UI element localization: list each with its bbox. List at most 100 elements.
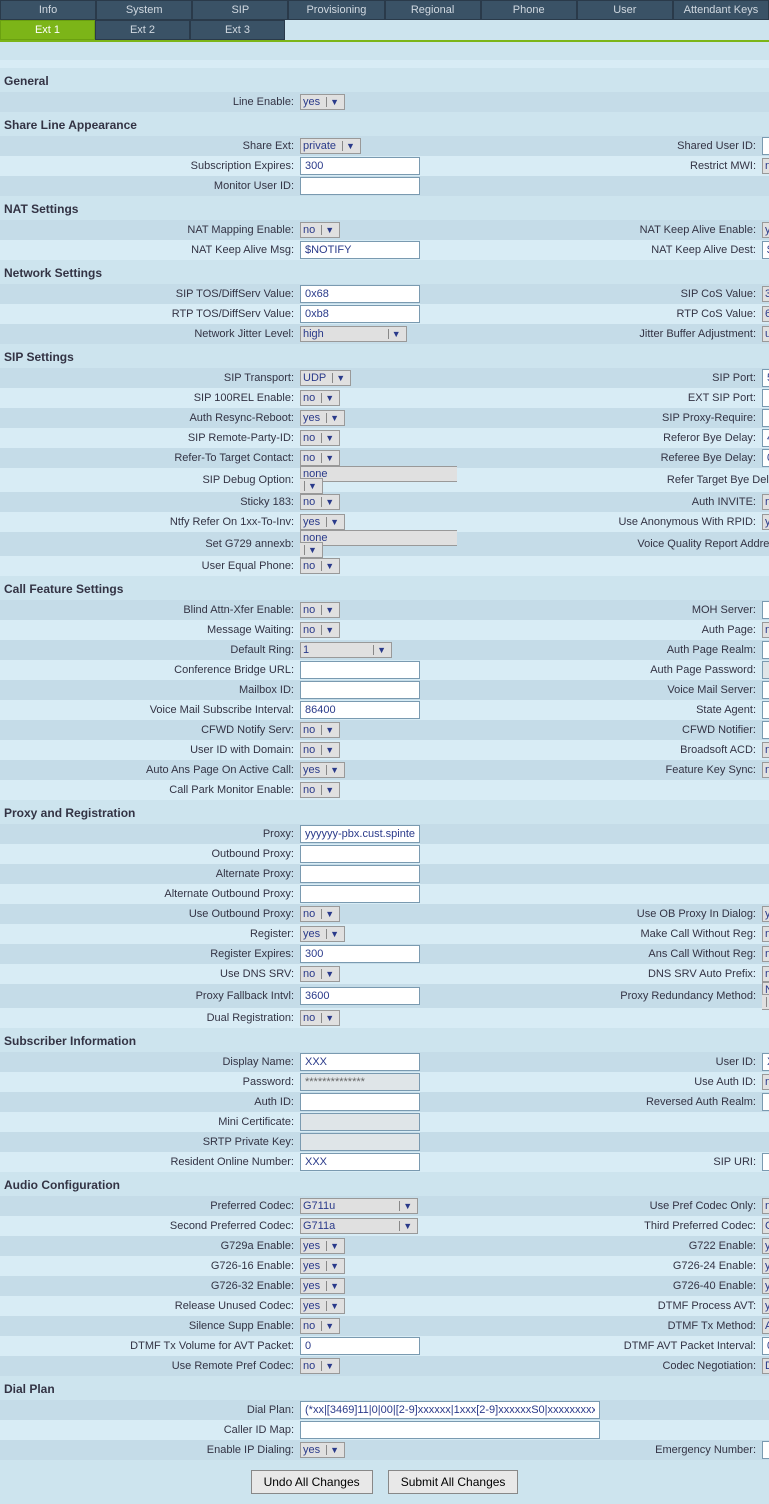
undo-all-changes-button[interactable]: Undo All Changes xyxy=(251,1470,373,1494)
select-dropdown[interactable]: yes▼ xyxy=(300,514,345,530)
main-tab-user[interactable]: User xyxy=(577,0,673,20)
select-dropdown[interactable]: yes▼ xyxy=(300,94,345,110)
text-input[interactable] xyxy=(762,1093,769,1111)
text-input[interactable] xyxy=(762,1053,769,1071)
text-input[interactable] xyxy=(762,1337,769,1355)
text-input[interactable] xyxy=(300,177,420,195)
text-input[interactable] xyxy=(762,701,769,719)
select-dropdown[interactable]: no▼ xyxy=(300,494,340,510)
select-dropdown[interactable]: no▼ xyxy=(300,1010,340,1026)
main-tab-system[interactable]: System xyxy=(96,0,192,20)
text-input[interactable] xyxy=(300,1053,420,1071)
select-dropdown[interactable]: yes▼ xyxy=(762,514,769,530)
select-dropdown[interactable]: UDP▼ xyxy=(300,370,351,386)
text-input[interactable] xyxy=(300,305,420,323)
select-dropdown[interactable]: no▼ xyxy=(300,602,340,618)
select-dropdown[interactable]: no▼ xyxy=(762,762,769,778)
select-dropdown[interactable]: Normal▼ xyxy=(762,982,769,1010)
select-dropdown[interactable]: no▼ xyxy=(300,1358,340,1374)
main-tab-regional[interactable]: Regional xyxy=(385,0,481,20)
text-input[interactable] xyxy=(300,845,420,863)
main-tab-provisioning[interactable]: Provisioning xyxy=(288,0,384,20)
text-input[interactable] xyxy=(762,409,769,427)
select-dropdown[interactable]: 1▼ xyxy=(300,642,392,658)
select-dropdown[interactable]: private▼ xyxy=(300,138,361,154)
text-input[interactable] xyxy=(300,241,420,259)
select-dropdown[interactable]: no▼ xyxy=(300,622,340,638)
select-dropdown[interactable]: no▼ xyxy=(300,782,340,798)
select-dropdown[interactable]: no▼ xyxy=(300,722,340,738)
select-dropdown[interactable]: yes▼ xyxy=(300,1238,345,1254)
text-input[interactable] xyxy=(300,285,420,303)
text-input[interactable] xyxy=(762,1153,769,1171)
sub-tab-ext-1[interactable]: Ext 1 xyxy=(0,20,95,40)
select-dropdown[interactable]: no▼ xyxy=(762,966,769,982)
select-dropdown[interactable]: no▼ xyxy=(300,558,340,574)
select-dropdown[interactable]: no▼ xyxy=(762,1074,769,1090)
select-dropdown[interactable]: no▼ xyxy=(762,1198,769,1214)
text-input[interactable] xyxy=(762,681,769,699)
sub-tab-ext-2[interactable]: Ext 2 xyxy=(95,20,190,40)
select-dropdown[interactable]: high▼ xyxy=(300,326,407,342)
sub-tab-ext-3[interactable]: Ext 3 xyxy=(190,20,285,40)
select-dropdown[interactable]: no▼ xyxy=(762,926,769,942)
text-input[interactable] xyxy=(300,1401,600,1419)
select-dropdown[interactable]: no▼ xyxy=(300,222,340,238)
select-dropdown[interactable]: none▼ xyxy=(300,466,457,494)
select-dropdown[interactable]: no▼ xyxy=(300,742,340,758)
select-dropdown[interactable]: yes▼ xyxy=(300,762,345,778)
select-dropdown[interactable]: 3▼ xyxy=(762,286,769,302)
submit-all-changes-button[interactable]: Submit All Changes xyxy=(388,1470,519,1494)
select-dropdown[interactable]: no▼ xyxy=(300,450,340,466)
text-input[interactable] xyxy=(300,825,420,843)
main-tab-attendant-keys[interactable]: Attendant Keys xyxy=(673,0,769,20)
select-dropdown[interactable]: G711a▼ xyxy=(300,1218,418,1234)
text-input[interactable] xyxy=(300,661,420,679)
select-dropdown[interactable]: G711u▼ xyxy=(300,1198,418,1214)
select-dropdown[interactable]: yes▼ xyxy=(762,1278,769,1294)
select-dropdown[interactable]: Default▼ xyxy=(762,1358,769,1374)
select-dropdown[interactable]: yes▼ xyxy=(762,906,769,922)
text-input[interactable] xyxy=(300,865,420,883)
text-input[interactable] xyxy=(762,449,769,467)
select-dropdown[interactable]: yes▼ xyxy=(762,222,769,238)
text-input[interactable] xyxy=(300,157,420,175)
text-input[interactable] xyxy=(762,1441,769,1459)
select-dropdown[interactable]: yes▼ xyxy=(300,1278,345,1294)
main-tab-sip[interactable]: SIP xyxy=(192,0,288,20)
select-dropdown[interactable]: no▼ xyxy=(762,946,769,962)
text-input[interactable] xyxy=(300,885,420,903)
select-dropdown[interactable]: 6▼ xyxy=(762,306,769,322)
text-input[interactable] xyxy=(300,1421,600,1439)
select-dropdown[interactable]: no▼ xyxy=(762,158,769,174)
text-input[interactable] xyxy=(762,137,769,155)
text-input[interactable] xyxy=(300,1153,420,1171)
text-input[interactable] xyxy=(300,987,420,1005)
select-dropdown[interactable]: no▼ xyxy=(300,906,340,922)
select-dropdown[interactable]: yes▼ xyxy=(762,1258,769,1274)
select-dropdown[interactable]: up and down▼ xyxy=(762,326,769,342)
text-input[interactable] xyxy=(762,429,769,447)
select-dropdown[interactable]: no▼ xyxy=(300,966,340,982)
text-input[interactable] xyxy=(300,1093,420,1111)
text-input[interactable] xyxy=(300,701,420,719)
text-input[interactable] xyxy=(762,241,769,259)
select-dropdown[interactable]: no▼ xyxy=(300,430,340,446)
select-dropdown[interactable]: yes▼ xyxy=(300,1442,345,1458)
main-tab-phone[interactable]: Phone xyxy=(481,0,577,20)
text-input[interactable] xyxy=(300,681,420,699)
text-input[interactable] xyxy=(762,721,769,739)
select-dropdown[interactable]: no▼ xyxy=(300,390,340,406)
select-dropdown[interactable]: yes▼ xyxy=(300,926,345,942)
text-input[interactable] xyxy=(300,1337,420,1355)
select-dropdown[interactable]: no▼ xyxy=(762,622,769,638)
select-dropdown[interactable]: none▼ xyxy=(300,530,457,558)
select-dropdown[interactable]: no▼ xyxy=(300,1318,340,1334)
select-dropdown[interactable]: G729a▼ xyxy=(762,1218,769,1234)
text-input[interactable] xyxy=(762,601,769,619)
text-input[interactable] xyxy=(762,641,769,659)
main-tab-info[interactable]: Info xyxy=(0,0,96,20)
select-dropdown[interactable]: yes▼ xyxy=(300,1298,345,1314)
select-dropdown[interactable]: no▼ xyxy=(762,742,769,758)
select-dropdown[interactable]: yes▼ xyxy=(300,410,345,426)
